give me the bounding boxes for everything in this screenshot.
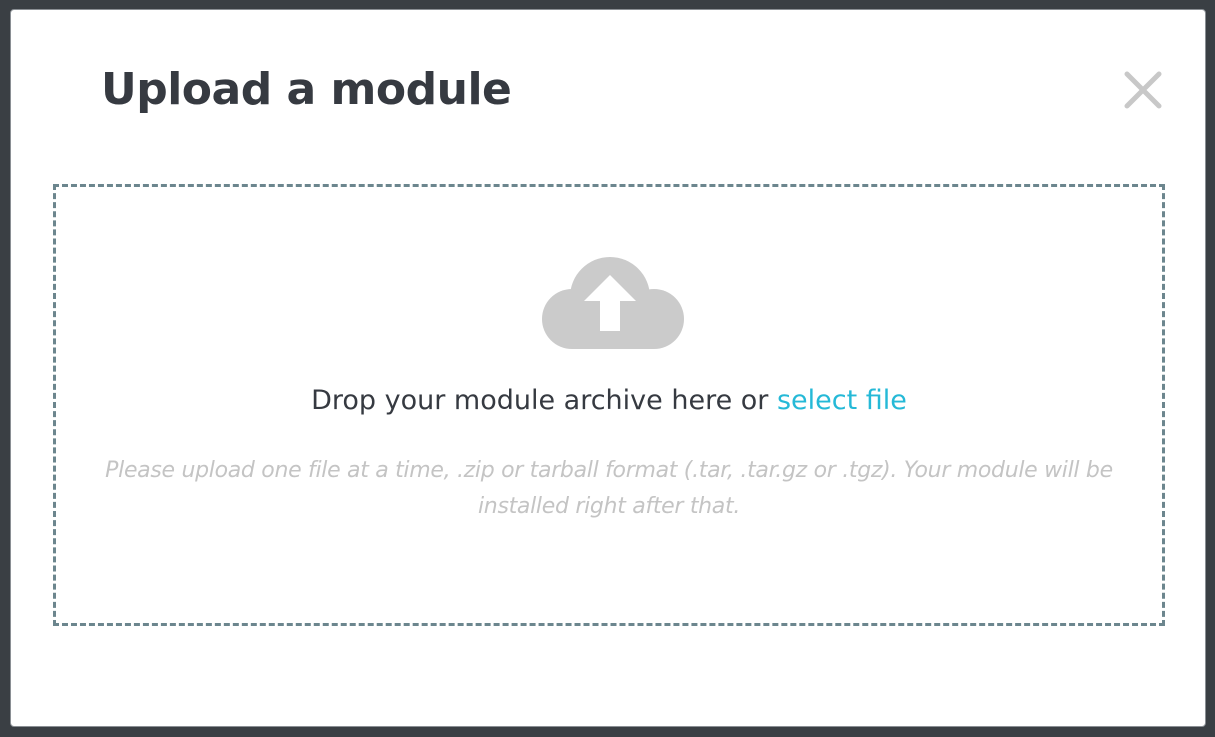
cloud-upload-icon: [542, 257, 684, 349]
close-icon: [1124, 71, 1162, 109]
close-button[interactable]: [1121, 68, 1165, 112]
module-dropzone[interactable]: Drop your module archive here or select …: [53, 184, 1165, 626]
drop-text: Drop your module archive here or: [311, 385, 769, 416]
upload-module-modal: Upload a module Drop your module archive…: [10, 9, 1206, 727]
upload-help-text: Please upload one file at a time, .zip o…: [105, 458, 1113, 519]
select-file-link[interactable]: select file: [777, 385, 907, 416]
drop-instructions: Drop your module archive here or select …: [56, 383, 1162, 419]
modal-title: Upload a module: [101, 64, 512, 115]
